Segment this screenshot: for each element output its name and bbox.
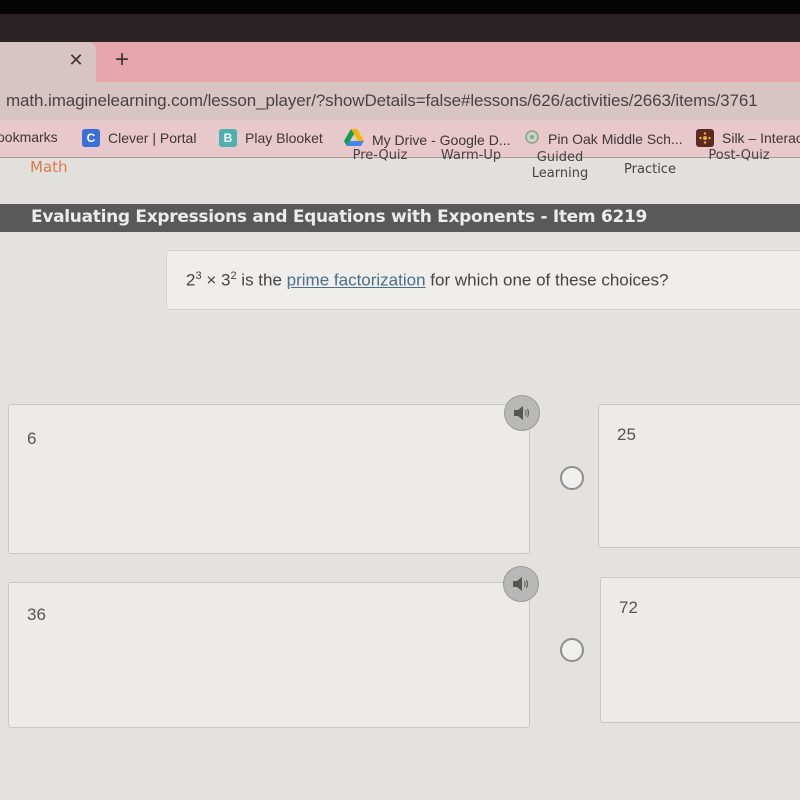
active-tab[interactable]: ✕ — [0, 42, 96, 82]
bookmark-clever[interactable]: C Clever | Portal — [82, 129, 196, 147]
tab-warm-up[interactable]: Warm-Up — [438, 148, 504, 164]
content-area: 23 × 32 is the prime factorization for w… — [0, 232, 800, 800]
bookmark-google-drive[interactable]: My Drive - Google D... — [344, 129, 510, 150]
radio-choice-a[interactable] — [560, 466, 584, 490]
item-title: Evaluating Expressions and Equations wit… — [31, 207, 648, 227]
url-text[interactable]: math.imaginelearning.com/lesson_player/?… — [6, 91, 758, 111]
blooket-icon: B — [219, 129, 237, 147]
tab-pre-quiz[interactable]: Pre-Quiz — [350, 148, 410, 164]
screen: ✕ + math.imaginelearning.com/lesson_play… — [0, 0, 800, 800]
choice-label: 36 — [27, 605, 46, 624]
plus-icon[interactable]: + — [110, 48, 134, 72]
choice-label: 25 — [617, 425, 636, 444]
item-title-bar: Evaluating Expressions and Equations wit… — [0, 204, 800, 232]
prompt-text-before: is the — [236, 270, 287, 290]
choice-label: 72 — [619, 598, 638, 617]
bookmark-label: My Drive - Google D... — [372, 131, 511, 148]
silk-icon — [696, 129, 714, 147]
close-icon[interactable]: ✕ — [66, 48, 86, 72]
choice-card-b[interactable]: 25 — [598, 404, 800, 548]
bookmark-label: Clever | Portal — [108, 130, 197, 146]
bookmark-label: Pin Oak Middle Sch... — [548, 130, 683, 147]
address-bar[interactable]: math.imaginelearning.com/lesson_player/?… — [0, 82, 800, 120]
tab-practice[interactable]: Practice — [618, 162, 682, 178]
choice-card-d[interactable]: 72 — [600, 577, 800, 723]
question-prompt: 23 × 32 is the prime factorization for w… — [166, 250, 800, 310]
subject-label[interactable]: Math — [30, 158, 68, 176]
tab-label-line1: Guided — [536, 150, 584, 165]
bookmark-label: Silk – Interac — [722, 130, 800, 146]
bookmark-all-bookmarks[interactable]: ookmarks — [0, 129, 58, 145]
tab-label-line2: Learning — [531, 166, 589, 181]
tab-post-quiz[interactable]: Post-Quiz — [704, 148, 774, 164]
glossary-link[interactable]: prime factorization — [287, 271, 426, 290]
school-icon — [524, 129, 540, 148]
choice-label: 6 — [27, 429, 37, 448]
prompt-text-after: for which one of these choices? — [425, 270, 669, 290]
bookmark-silk[interactable]: Silk – Interac — [696, 129, 800, 147]
speaker-icon[interactable] — [503, 566, 539, 602]
radio-choice-c[interactable] — [560, 638, 584, 662]
tab-guided-learning[interactable]: Guided Learning — [528, 150, 592, 182]
window-titlebar — [0, 14, 800, 42]
bookmark-label: ookmarks — [0, 129, 58, 145]
bookmark-pin-oak[interactable]: Pin Oak Middle Sch... — [524, 129, 683, 148]
screen-bezel — [0, 0, 800, 14]
lesson-nav: Math Pre-Quiz Warm-Up Guided Learning Pr… — [0, 148, 800, 204]
choice-card-c[interactable]: 36 — [8, 582, 530, 728]
prompt-text: 23 × 32 is the prime factorization for w… — [186, 270, 668, 291]
google-drive-icon — [344, 129, 364, 150]
prompt-times: × — [201, 270, 221, 290]
clever-icon: C — [82, 129, 100, 147]
speaker-icon[interactable] — [504, 395, 540, 431]
choice-card-a[interactable]: 6 — [8, 404, 530, 554]
tab-strip: ✕ + — [0, 42, 800, 82]
bookmark-label: Play Blooket — [245, 130, 323, 146]
bookmark-blooket[interactable]: B Play Blooket — [219, 129, 323, 147]
